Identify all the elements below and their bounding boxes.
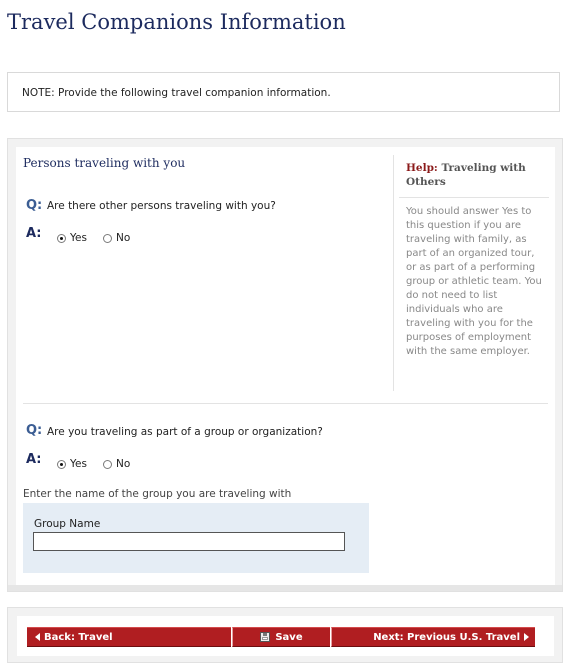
arrow-left-icon — [35, 633, 40, 641]
back-button[interactable]: Back: Travel — [27, 627, 231, 647]
question-1-text: Are there other persons traveling with y… — [47, 200, 276, 212]
answer-2-marker: A: — [26, 452, 42, 467]
main-panel: Persons traveling with you Q: Are there … — [7, 138, 563, 592]
page-title: Travel Companions Information — [7, 10, 346, 34]
group-name-input[interactable] — [33, 532, 345, 551]
save-button-label: Save — [275, 631, 303, 643]
question-2-marker: Q: — [26, 423, 43, 438]
q1-no-radio[interactable] — [103, 234, 112, 243]
q2-no-radio[interactable] — [103, 460, 112, 469]
arrow-right-icon — [524, 633, 529, 641]
save-button[interactable]: Save — [232, 627, 330, 647]
q1-yes-label[interactable]: Yes — [70, 232, 87, 244]
help-body: You should answer Yes to this question i… — [406, 206, 542, 357]
group-name-box: Group Name — [23, 503, 369, 573]
navigation-inner: Back: Travel Save Next: Previous U.S. Tr… — [17, 616, 554, 656]
help-title: Help: Traveling with Others — [406, 161, 546, 189]
question-2-text: Are you traveling as part of a group or … — [47, 426, 323, 438]
form-content: Persons traveling with you Q: Are there … — [16, 147, 555, 585]
navigation-bar: Back: Travel Save Next: Previous U.S. Tr… — [7, 607, 563, 663]
floppy-disk-icon — [260, 632, 271, 642]
back-button-label: Back: Travel — [44, 631, 113, 643]
note-box: NOTE: Provide the following travel compa… — [7, 72, 560, 112]
help-separator — [399, 197, 549, 198]
question-1-marker: Q: — [26, 198, 43, 213]
section-separator — [23, 403, 548, 404]
help-label: Help: — [406, 162, 438, 174]
note-text: NOTE: Provide the following travel compa… — [22, 87, 331, 99]
q2-yes-label[interactable]: Yes — [70, 458, 87, 470]
next-button-label: Next: Previous U.S. Travel — [373, 631, 520, 643]
answer-1-marker: A: — [26, 226, 42, 241]
q1-yes-radio[interactable] — [57, 234, 66, 243]
group-name-label: Group Name — [34, 518, 101, 530]
section-title: Persons traveling with you — [23, 156, 186, 170]
group-instruction: Enter the name of the group you are trav… — [23, 488, 292, 500]
help-divider — [393, 155, 394, 391]
q2-yes-radio[interactable] — [57, 460, 66, 469]
q1-no-label[interactable]: No — [116, 232, 130, 244]
next-button[interactable]: Next: Previous U.S. Travel — [331, 627, 535, 647]
q2-no-label[interactable]: No — [116, 458, 130, 470]
